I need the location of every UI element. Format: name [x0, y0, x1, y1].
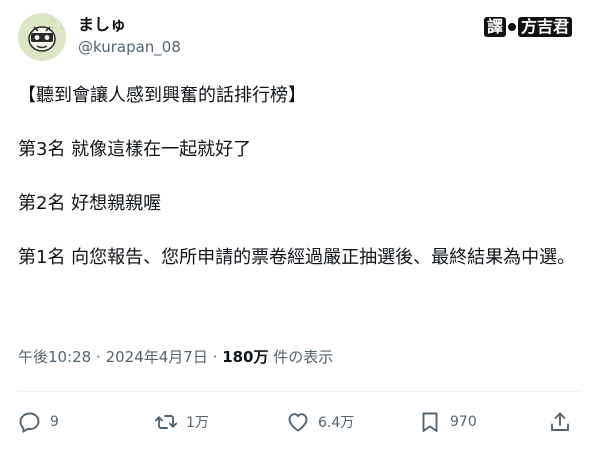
share-icon	[551, 412, 569, 431]
tweet-text: 【聽到會讓人感到興奮的話排行榜】 第3名 就像這樣在一起就好了 第2名 好想親親…	[18, 82, 583, 271]
bookmark-button[interactable]: 970	[418, 404, 477, 440]
action-bar: 9 1万 6.4万 970	[18, 404, 580, 440]
tweet-card: ましゅ @kurapan_08 譯 方吉君 【聽到會讓人感到興奮的話排行榜】 第…	[0, 0, 598, 451]
like-button[interactable]: 6.4万	[286, 404, 354, 440]
view-label: 件の表示	[273, 348, 334, 366]
watermark: 譯 方吉君	[483, 17, 572, 37]
author-names: ましゅ @kurapan_08	[78, 15, 181, 58]
meta-separator: ·	[212, 348, 218, 366]
like-count: 6.4万	[318, 415, 355, 431]
retweet-count: 1万	[186, 415, 209, 431]
retweet-button[interactable]: 1万	[154, 404, 209, 440]
divider	[18, 391, 580, 392]
tweet-time[interactable]: 午後10:28	[18, 348, 91, 366]
heart-icon	[288, 413, 308, 432]
watermark-right: 方吉君	[517, 17, 572, 37]
tweet-line-rank2: 第2名 好想親親喔	[18, 193, 162, 214]
tweet-date[interactable]: 2024年4月7日	[106, 348, 208, 366]
display-name[interactable]: ましゅ	[78, 15, 181, 35]
avatar[interactable]	[18, 13, 66, 61]
view-count: 180万	[222, 348, 269, 366]
retweet-icon	[154, 415, 178, 429]
share-button[interactable]	[548, 404, 572, 440]
tweet-line-rank1: 第1名 向您報告、您所申請的票卷經過嚴正抽選後、最終結果為中選。	[18, 247, 576, 268]
watermark-dot	[507, 23, 516, 31]
tweet-line-rank3: 第3名 就像這樣在一起就好了	[18, 139, 252, 160]
bookmark-count: 970	[450, 414, 477, 430]
reply-icon	[19, 412, 40, 433]
tweet-meta: 午後10:28 · 2024年4月7日 · 180万 件の表示	[18, 346, 583, 368]
tweet-line-title: 【聽到會讓人感到興奮的話排行榜】	[18, 85, 306, 106]
mascot-avatar-icon	[18, 13, 66, 61]
user-handle[interactable]: @kurapan_08	[78, 36, 181, 58]
meta-separator: ·	[96, 348, 101, 366]
watermark-left: 譯	[483, 17, 506, 37]
bookmark-icon	[422, 412, 438, 432]
reply-count: 9	[50, 414, 59, 430]
reply-button[interactable]: 9	[18, 404, 59, 440]
